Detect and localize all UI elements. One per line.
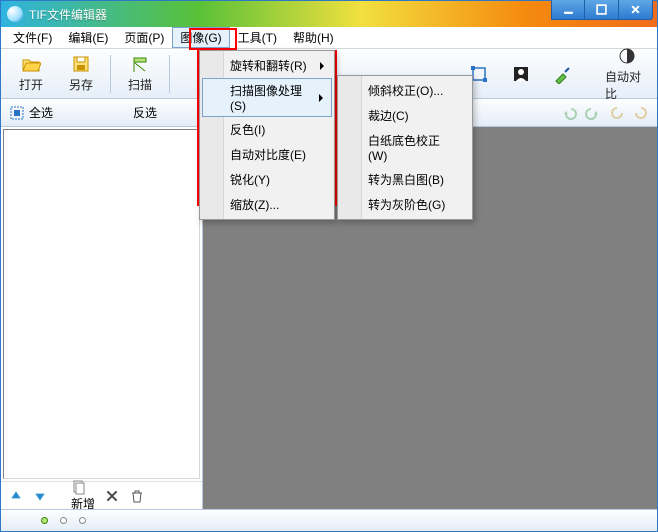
move-down-button[interactable]: [33, 489, 47, 503]
submenu-to-grayscale[interactable]: 转为灰阶色(G): [340, 192, 470, 217]
submenu-crop[interactable]: 裁边(C): [340, 103, 470, 128]
autocontrast-button[interactable]: 自动对比: [603, 44, 651, 104]
menu-image[interactable]: 图像(G): [172, 27, 229, 48]
menu-help[interactable]: 帮助(H): [285, 27, 342, 48]
status-dot-green: [41, 517, 48, 524]
menu-zoom[interactable]: 缩放(Z)...: [202, 192, 332, 217]
scan-button[interactable]: 扫描: [116, 52, 164, 95]
new-page-button[interactable]: 新增: [71, 479, 95, 512]
menu-tool[interactable]: 工具(T): [230, 27, 285, 48]
submenu-arrow-icon: [320, 62, 324, 70]
person-icon: [511, 64, 531, 84]
menu-page[interactable]: 页面(P): [116, 27, 172, 48]
open-label: 打开: [19, 76, 43, 93]
invert-select-label: 反选: [133, 104, 157, 121]
close-button[interactable]: [619, 0, 653, 20]
minimize-button[interactable]: [551, 0, 585, 20]
save-disk-icon: [71, 54, 91, 74]
rotate-right-icon[interactable]: [633, 105, 649, 121]
trash-button[interactable]: [129, 488, 145, 504]
scan-label: 扫描: [128, 76, 152, 93]
submenu-deskew[interactable]: 倾斜校正(O)...: [340, 78, 470, 103]
invert-select-button[interactable]: 反选: [133, 104, 157, 121]
menu-scan-processing[interactable]: 扫描图像处理(S): [202, 78, 332, 117]
status-bar: [1, 509, 657, 531]
app-icon: [7, 6, 23, 22]
select-all-button[interactable]: 全选: [9, 104, 53, 121]
save-label: 另存: [69, 76, 93, 93]
undo-icon[interactable]: [561, 105, 577, 121]
tool-brush-button[interactable]: [543, 62, 583, 86]
menu-bar: 文件(F) 编辑(E) 页面(P) 图像(G) 工具(T) 帮助(H): [1, 27, 657, 49]
new-page-icon: [71, 479, 87, 495]
rotate-left-icon[interactable]: [609, 105, 625, 121]
menu-edit[interactable]: 编辑(E): [60, 27, 116, 48]
status-dot: [79, 517, 86, 524]
select-all-icon: [9, 105, 25, 121]
menu-sharpen[interactable]: 锐化(Y): [202, 167, 332, 192]
submenu-white-bg-correct[interactable]: 白纸底色校正(W): [340, 128, 470, 167]
title-bar: TIF文件编辑器: [1, 1, 657, 27]
save-button[interactable]: 另存: [57, 52, 105, 95]
status-dot: [60, 517, 67, 524]
open-button[interactable]: 打开: [7, 52, 55, 95]
autocontrast-label: 自动对比: [605, 68, 649, 102]
submenu-arrow-icon: [319, 94, 323, 102]
submenu-to-blackwhite[interactable]: 转为黑白图(B): [340, 167, 470, 192]
redo-icon[interactable]: [585, 105, 601, 121]
scan-icon: [130, 54, 150, 74]
toolbar-separator: [110, 55, 111, 93]
scan-processing-submenu: 倾斜校正(O)... 裁边(C) 白纸底色校正(W) 转为黑白图(B) 转为灰阶…: [337, 75, 473, 220]
select-all-label: 全选: [29, 104, 53, 121]
delete-button[interactable]: [105, 489, 119, 503]
thumbnail-toolbar: 新增: [1, 481, 202, 509]
tool-person-button[interactable]: [501, 62, 541, 86]
toolbar-separator: [169, 55, 170, 93]
move-up-button[interactable]: [9, 489, 23, 503]
autocontrast-icon: [617, 46, 637, 66]
image-menu-dropdown: 旋转和翻转(R) 扫描图像处理(S) 反色(I) 自动对比度(E) 锐化(Y) …: [199, 50, 335, 220]
menu-auto-contrast[interactable]: 自动对比度(E): [202, 142, 332, 167]
thumbnail-list[interactable]: [3, 129, 200, 479]
maximize-button[interactable]: [585, 0, 619, 20]
menu-file[interactable]: 文件(F): [5, 27, 60, 48]
brush-icon: [553, 64, 573, 84]
open-folder-icon: [21, 54, 41, 74]
menu-rotate-flip[interactable]: 旋转和翻转(R): [202, 53, 332, 78]
thumbnail-panel: 新增: [1, 127, 203, 509]
menu-invert-color[interactable]: 反色(I): [202, 117, 332, 142]
